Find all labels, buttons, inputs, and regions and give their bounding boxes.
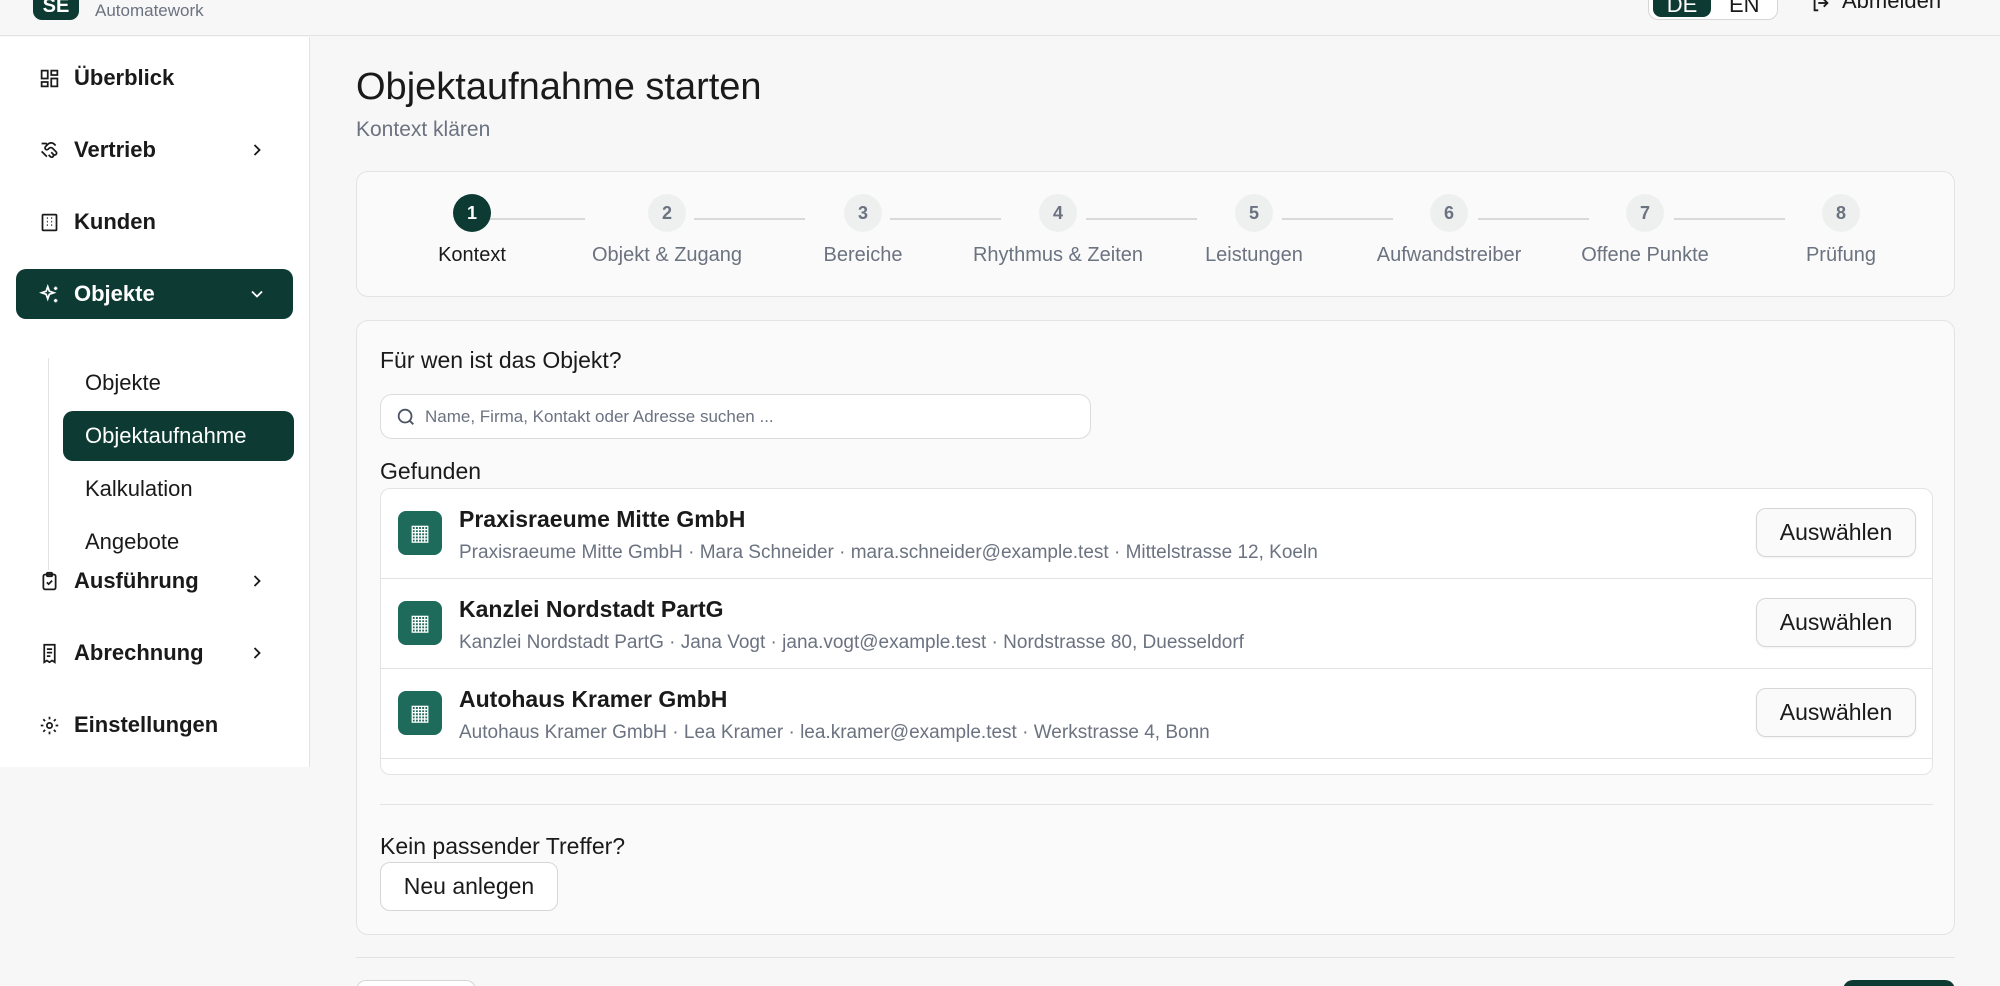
- step-label: Aufwandstreiber: [1376, 244, 1522, 266]
- step-number: 2: [648, 194, 686, 232]
- lang-de-button[interactable]: DE: [1653, 0, 1711, 17]
- sidebar-item-label: Kunden: [74, 209, 156, 234]
- sidebar-item-customers[interactable]: Kunden: [16, 197, 293, 247]
- result-name: Autohaus Kramer GmbH: [459, 686, 728, 712]
- sidebar-item-billing[interactable]: Abrechnung: [16, 628, 293, 678]
- page-subtitle: Kontext klären: [356, 118, 491, 141]
- lang-en-button[interactable]: EN: [1729, 0, 1760, 25]
- back-button[interactable]: [356, 980, 476, 986]
- sidebar-item-objects[interactable]: Objekte: [16, 269, 293, 319]
- step-context[interactable]: 1 Kontext: [372, 194, 572, 267]
- building-grid-icon: ▦: [398, 511, 442, 555]
- customer-question: Für wen ist das Objekt?: [380, 347, 622, 373]
- sparkles-icon: [38, 283, 57, 302]
- step-label: Kontext: [438, 244, 506, 266]
- logout-button[interactable]: Abmelden: [1810, 0, 1941, 14]
- sidebar-item-label: Objekte: [74, 281, 155, 306]
- result-meta: Kanzlei Nordstadt PartG · Jana Vogt · ja…: [459, 632, 1244, 653]
- logout-label: Abmelden: [1842, 0, 1942, 13]
- step-object-access[interactable]: 2 Objekt & Zugang: [567, 194, 767, 267]
- step-label: Rhythmus & Zeiten: [972, 244, 1144, 266]
- step-label: Leistungen: [1205, 244, 1303, 266]
- step-services[interactable]: 5 Leistungen: [1154, 194, 1354, 267]
- search-input[interactable]: [425, 395, 1075, 438]
- subnav-item-calculation[interactable]: Kalkulation: [63, 464, 294, 514]
- select-button[interactable]: Auswählen: [1756, 598, 1916, 647]
- sidebar-item-label: Einstellungen: [74, 712, 219, 737]
- sidebar: Überblick Vertrieb Kunden Objekte Objekt…: [0, 37, 310, 767]
- handshake-icon: [40, 141, 57, 158]
- brand-subtitle: Automatework: [95, 1, 204, 20]
- result-list: ▦ Praxisraeume Mitte GmbH Praxisraeume M…: [380, 488, 1933, 775]
- sidebar-item-overview[interactable]: Überblick: [16, 53, 293, 103]
- sidebar-item-label: Abrechnung: [74, 640, 204, 665]
- step-number: 4: [1039, 194, 1077, 232]
- next-button[interactable]: [1843, 980, 1955, 986]
- top-bar: SE Automatework DE EN Abmelden: [0, 0, 2000, 36]
- no-match-label: Kein passender Treffer?: [380, 833, 626, 859]
- context-card: Für wen ist das Objekt? Gefunden ▦ Praxi…: [356, 320, 1955, 935]
- logout-icon: [1813, 0, 1829, 12]
- search-icon: [397, 408, 414, 425]
- result-name: Praxisraeume Mitte GmbH: [459, 506, 746, 532]
- building-grid-icon: ▦: [398, 601, 442, 645]
- step-number: 3: [844, 194, 882, 232]
- brand-logo: SE: [33, 0, 79, 20]
- sidebar-item-settings[interactable]: Einstellungen: [16, 700, 293, 750]
- step-number: 1: [453, 194, 491, 232]
- language-toggle: DE EN: [1648, 0, 1778, 20]
- create-new-button[interactable]: Neu anlegen: [380, 862, 558, 911]
- building-icon: [41, 213, 57, 231]
- sidebar-item-label: Ausführung: [74, 568, 199, 593]
- chevron-right-icon: [253, 575, 261, 587]
- clipboard-icon: [42, 571, 56, 590]
- step-rhythm-times[interactable]: 4 Rhythmus & Zeiten: [958, 194, 1158, 267]
- step-label: Bereiche: [823, 244, 903, 266]
- step-label: Prüfung: [1805, 244, 1877, 266]
- select-button[interactable]: Auswählen: [1756, 508, 1916, 557]
- wizard-stepper: 1 Kontext 2 Objekt & Zugang 3 Bereiche 4…: [356, 171, 1955, 297]
- step-effort-drivers[interactable]: 6 Aufwandstreiber: [1349, 194, 1549, 267]
- step-number: 8: [1822, 194, 1860, 232]
- step-number: 7: [1626, 194, 1664, 232]
- step-number: 5: [1235, 194, 1273, 232]
- step-number: 6: [1430, 194, 1468, 232]
- subnav-item-object-survey[interactable]: Objektaufnahme: [63, 411, 294, 461]
- dashboard-icon: [40, 69, 58, 87]
- list-item: ▦ Autohaus Kramer GmbH Autohaus Kramer G…: [381, 669, 1932, 759]
- select-button[interactable]: Auswählen: [1756, 688, 1916, 737]
- step-label: Offene Punkte: [1581, 244, 1709, 266]
- result-meta: Praxisraeume Mitte GmbH · Mara Schneider…: [459, 542, 1318, 563]
- objects-subnav: Objekte Objektaufnahme Kalkulation Angeb…: [48, 358, 294, 570]
- result-name: Kanzlei Nordstadt PartG: [459, 596, 724, 622]
- step-label: Objekt & Zugang: [591, 244, 743, 266]
- step-areas[interactable]: 3 Bereiche: [763, 194, 963, 267]
- list-item: ▦ Praxisraeume Mitte GmbH Praxisraeume M…: [381, 489, 1932, 579]
- result-meta: Autohaus Kramer GmbH · Lea Kramer · lea.…: [459, 722, 1210, 743]
- sidebar-item-label: Überblick: [74, 65, 175, 90]
- subnav-item-objects[interactable]: Objekte: [63, 358, 294, 408]
- chevron-right-icon: [253, 647, 261, 659]
- building-grid-icon: ▦: [398, 691, 442, 735]
- page-title: Objektaufnahme starten: [356, 66, 762, 108]
- found-heading: Gefunden: [380, 458, 482, 484]
- receipt-icon: [42, 643, 56, 664]
- sidebar-item-sales[interactable]: Vertrieb: [16, 125, 293, 175]
- step-review[interactable]: 8 Prüfung: [1741, 194, 1941, 267]
- step-open-points[interactable]: 7 Offene Punkte: [1545, 194, 1745, 267]
- footer-divider: [356, 957, 1955, 958]
- customer-search: [380, 394, 1091, 439]
- sidebar-item-label: Vertrieb: [74, 137, 156, 162]
- chevron-right-icon: [253, 144, 261, 156]
- list-item: ▦ Kanzlei Nordstadt PartG Kanzlei Nordst…: [381, 579, 1932, 669]
- chevron-down-icon: [251, 290, 263, 298]
- gear-icon: [40, 716, 58, 734]
- divider: [380, 804, 1933, 805]
- sidebar-item-execution[interactable]: Ausführung: [16, 556, 293, 606]
